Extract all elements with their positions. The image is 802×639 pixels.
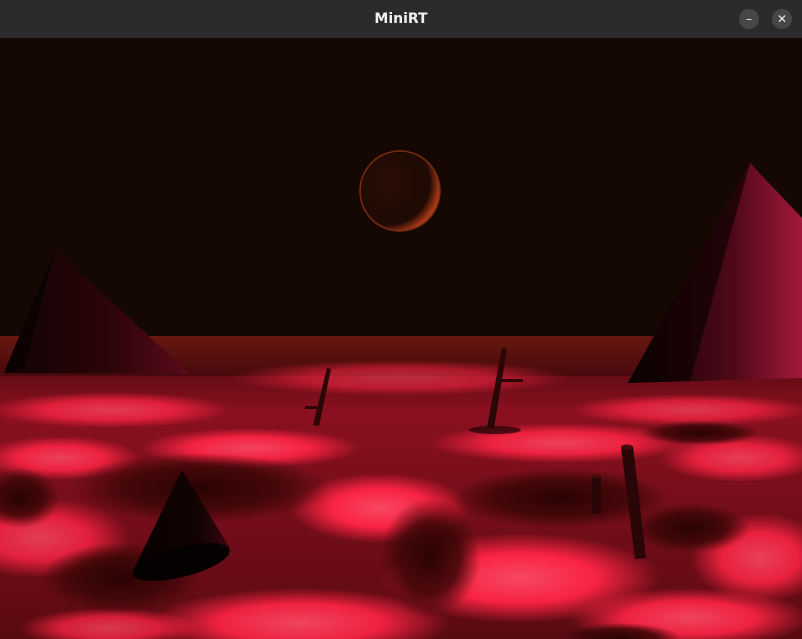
minimize-button[interactable]: – [739, 9, 759, 29]
title-bar[interactable]: MiniRT – ✕ [0, 0, 802, 39]
close-button[interactable]: ✕ [772, 9, 792, 29]
rendered-scene [0, 38, 802, 639]
app-window: MiniRT – ✕ [0, 0, 802, 639]
minimize-icon: – [746, 12, 752, 26]
close-icon: ✕ [776, 12, 788, 26]
sphere [359, 150, 441, 232]
render-canvas [0, 38, 802, 639]
pole-right-short [592, 474, 601, 514]
window-title: MiniRT [374, 11, 428, 27]
